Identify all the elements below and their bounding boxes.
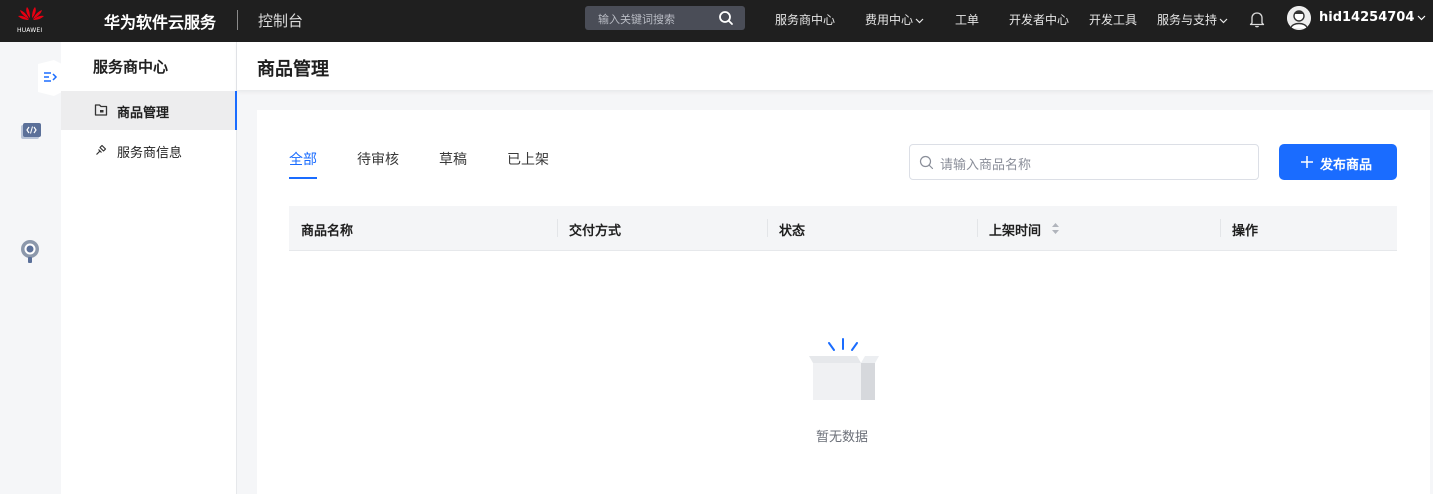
empty-box-icon (809, 338, 879, 400)
sidebar-item-provider-info[interactable]: 服务商信息 (61, 131, 236, 170)
nav-label: 服务商中心 (775, 13, 836, 27)
plus-icon (1301, 156, 1313, 168)
page-header: 商品管理 (237, 42, 1433, 90)
column-divider (977, 219, 978, 237)
menu-toggle-icon[interactable] (38, 60, 62, 96)
tab-listed[interactable]: 已上架 (507, 149, 549, 169)
column-header-delivery-method: 交付方式 (569, 224, 622, 239)
tab-all[interactable]: 全部 (289, 149, 317, 169)
product-search-input[interactable]: 请输入商品名称 (909, 144, 1259, 180)
nav-developer-center[interactable]: 开发者中心 (1009, 11, 1069, 28)
chevron-down-icon (1219, 18, 1228, 24)
column-divider (767, 219, 768, 237)
icon-rail (0, 42, 62, 494)
location-pin-icon[interactable] (20, 239, 40, 265)
logo-text: HUAWEI (17, 27, 43, 34)
publish-product-label: 发布商品 (1320, 158, 1373, 173)
username: hid14254704 (1319, 10, 1415, 25)
column-divider (557, 219, 558, 237)
publish-product-button[interactable]: 发布商品 (1279, 144, 1397, 180)
top-navigation-bar: HUAWEI 华为软件云服务 控制台 输入关键词搜索 服务商中心 费用中心 工单… (0, 0, 1433, 42)
product-search-placeholder: 请输入商品名称 (940, 158, 1032, 173)
side-menu-title: 服务商中心 (93, 58, 169, 76)
code-icon[interactable] (20, 122, 42, 142)
sort-icon[interactable] (1051, 222, 1060, 235)
nav-label: 开发工具 (1089, 13, 1138, 27)
column-header-status: 状态 (779, 224, 806, 239)
sidebar-item-product-management[interactable]: 商品管理 (61, 91, 237, 130)
username-menu[interactable]: hid14254704 (1319, 10, 1426, 25)
nav-label: 工单 (955, 13, 980, 27)
nav-label: 服务与支持 (1157, 13, 1218, 27)
side-menu: 服务商中心 商品管理 服务商信息 (61, 42, 237, 494)
user-avatar-icon (1287, 6, 1311, 30)
folder-icon (94, 104, 108, 116)
table-header: 商品名称 交付方式 状态 上架时间 操作 (289, 206, 1397, 251)
avatar[interactable] (1287, 6, 1311, 30)
brand-divider (237, 10, 238, 30)
nav-label: 费用中心 (865, 13, 914, 27)
link-icon (96, 144, 107, 155)
global-search-placeholder: 输入关键词搜索 (598, 13, 675, 26)
column-divider (1220, 219, 1221, 237)
nav-billing-center[interactable]: 费用中心 (865, 11, 924, 28)
product-list-card: 全部 待审核 草稿 已上架 请输入商品名称 发布商品 商品名称 交付方式 状态 … (257, 110, 1430, 494)
tab-pending-review[interactable]: 待审核 (357, 149, 399, 169)
nav-label: 开发者中心 (1009, 13, 1070, 27)
chevron-down-icon (915, 18, 924, 24)
chevron-down-icon (1417, 15, 1426, 21)
tab-drafts[interactable]: 草稿 (439, 149, 467, 169)
active-tab-indicator (289, 177, 317, 179)
nav-tickets[interactable]: 工单 (955, 11, 979, 28)
console-link[interactable]: 控制台 (258, 10, 303, 31)
global-search-input[interactable]: 输入关键词搜索 (585, 6, 745, 30)
sidebar-item-label: 服务商信息 (117, 146, 183, 161)
search-icon (919, 155, 934, 170)
search-icon[interactable] (718, 10, 734, 26)
sidebar-item-label: 商品管理 (117, 106, 170, 121)
column-header-listing-time[interactable]: 上架时间 (989, 220, 1041, 239)
bell-icon[interactable] (1249, 10, 1265, 28)
empty-state-text: 暂无数据 (816, 430, 869, 445)
column-header-actions: 操作 (1232, 224, 1259, 239)
nav-service-support[interactable]: 服务与支持 (1157, 11, 1228, 28)
nav-provider-center[interactable]: 服务商中心 (775, 11, 835, 28)
nav-dev-tools[interactable]: 开发工具 (1089, 11, 1137, 28)
column-header-product-name: 商品名称 (301, 224, 354, 239)
page-title: 商品管理 (257, 59, 329, 80)
brand-title[interactable]: 华为软件云服务 (104, 9, 216, 33)
